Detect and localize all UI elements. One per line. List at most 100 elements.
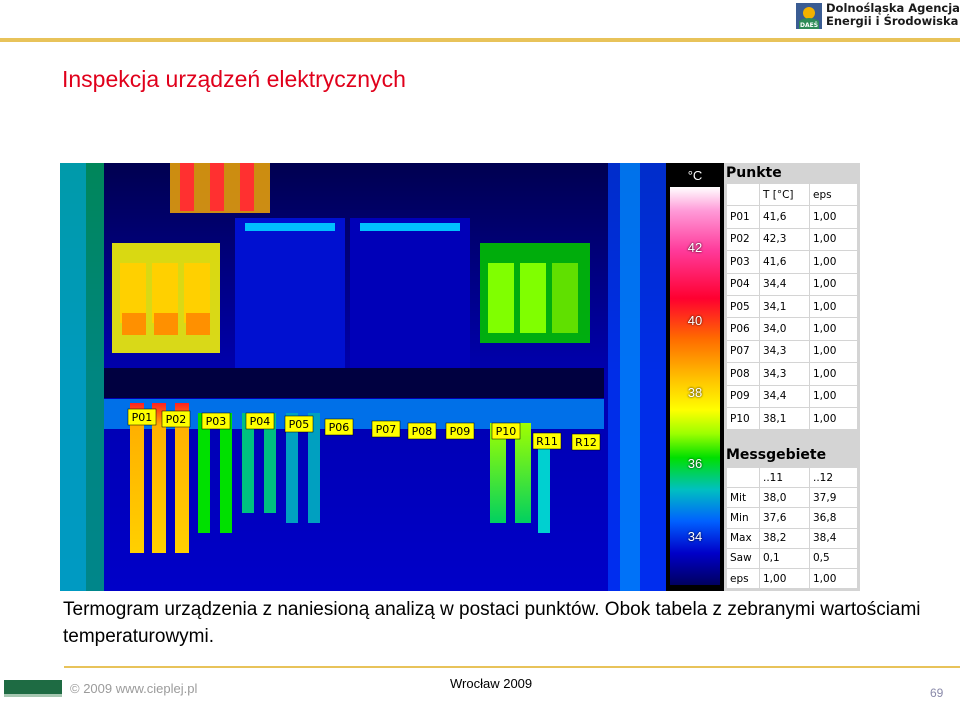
table-cell: 1,00: [809, 250, 858, 274]
table-cell: P03: [726, 250, 760, 274]
table-cell: 37,9: [809, 487, 858, 509]
table-cell: 1,00: [809, 384, 858, 408]
table-row: P09 34,4 1,00: [726, 384, 858, 408]
table-cell: Max: [726, 527, 760, 549]
table-cell: 37,6: [759, 507, 810, 529]
point-label: R12: [575, 436, 597, 449]
table-header-cell: [726, 466, 760, 489]
scale-tick: 38: [687, 385, 703, 400]
logo-line-2: Energii i Środowiska: [826, 14, 959, 28]
point-label: P01: [132, 411, 153, 424]
table-header-cell: [726, 182, 760, 207]
punkte-title: Punkte: [726, 165, 782, 181]
table-cell: 38,1: [759, 406, 810, 431]
table-cell: P05: [726, 294, 760, 319]
table-row: Min 37,6 36,8: [726, 507, 858, 529]
table-cell: 1,00: [809, 362, 858, 386]
scale-tick: 36: [687, 456, 703, 471]
temperature-scale: °C 42 40 38 36 34: [666, 163, 724, 591]
table-cell: P02: [726, 227, 760, 252]
table-header-cell: ..12: [809, 466, 858, 489]
messgebiete-table: ..11 ..12 Mit 38,0 37,9 Min 37,6 36,8 Max 38,…: [726, 466, 858, 590]
messgebiete-title: Messgebiete: [726, 447, 827, 463]
punkte-table: T [°C] eps P01 41,6 1,00 P02 42,3 1,00 P03 41…: [726, 182, 858, 431]
table-cell: P01: [726, 205, 760, 229]
table-cell: P08: [726, 362, 760, 386]
agency-logo: DAEŚ Dolnośląska Agencja Energii i Środo…: [796, 2, 960, 32]
logo-badge-text: DAEŚ: [800, 22, 818, 29]
table-cell: 34,3: [759, 362, 810, 386]
table-cell: 1,00: [809, 272, 858, 296]
table-cell: P10: [726, 406, 760, 431]
table-row: Max 38,2 38,4: [726, 527, 858, 549]
footer-divider: [64, 666, 960, 668]
point-label: P04: [250, 415, 271, 428]
table-cell: 34,4: [759, 384, 810, 408]
table-cell: 1,00: [809, 294, 858, 319]
table-row: Mit 38,0 37,9: [726, 487, 858, 509]
table-cell: 38,2: [759, 527, 810, 549]
measurement-panel: Punkte T [°C] eps P01 41,6 1,00 P02 42,3 1,0…: [724, 163, 860, 591]
slide-caption: Termogram urządzenia z naniesioną analiz…: [63, 599, 921, 647]
thermogram-drawing: P01 P02 P03 P04 P05 P06 P07 P08 P09 P10 …: [60, 163, 666, 591]
table-row: P05 34,1 1,00: [726, 294, 858, 319]
table-cell: 38,4: [809, 527, 858, 549]
header-divider: [0, 38, 960, 42]
footer-copyright: © 2009 www.cieplej.pl: [70, 681, 198, 696]
table-row: P01 41,6 1,00: [726, 205, 858, 229]
table-row: eps 1,00 1,00: [726, 567, 858, 590]
table-cell: P07: [726, 339, 760, 364]
table-cell: 41,6: [759, 250, 810, 274]
table-cell: Mit: [726, 487, 760, 509]
table-header-cell: T [°C]: [759, 182, 810, 207]
table-cell: 42,3: [759, 227, 810, 252]
point-label: P09: [450, 425, 471, 438]
table-cell: 1,00: [809, 567, 858, 590]
thermogram-image: P01 P02 P03 P04 P05 P06 P07 P08 P09 P10 …: [60, 163, 666, 591]
table-row: P07 34,3 1,00: [726, 339, 858, 364]
table-header-cell: ..11: [759, 466, 810, 489]
point-label: P02: [166, 413, 187, 426]
point-label: P08: [412, 425, 433, 438]
point-label: R11: [536, 435, 558, 448]
table-cell: 34,0: [759, 317, 810, 341]
table-row: P04 34,4 1,00: [726, 272, 858, 296]
table-cell: 41,6: [759, 205, 810, 229]
table-header-row: T [°C] eps: [726, 182, 858, 207]
footer-accent-bar: [4, 680, 62, 694]
point-label: P05: [289, 418, 310, 431]
logo-text: Dolnośląska Agencja Energii i Środowiska: [826, 2, 960, 28]
table-cell: 34,4: [759, 272, 810, 296]
table-cell: Min: [726, 507, 760, 529]
page-number: 69: [930, 686, 944, 700]
table-row: P02 42,3 1,00: [726, 227, 858, 252]
table-cell: 1,00: [809, 227, 858, 252]
table-cell: 1,00: [809, 406, 858, 431]
scale-tick: 42: [687, 240, 703, 255]
point-label: P06: [329, 421, 350, 434]
table-cell: eps: [726, 567, 760, 590]
table-cell: 0,1: [759, 547, 810, 569]
table-header-cell: eps: [809, 182, 858, 207]
table-cell: 1,00: [809, 205, 858, 229]
table-cell: 38,0: [759, 487, 810, 509]
scale-tick: 34: [687, 529, 703, 544]
table-cell: 1,00: [809, 339, 858, 364]
table-cell: P06: [726, 317, 760, 341]
table-cell: P09: [726, 384, 760, 408]
slide-title: Inspekcja urządzeń elektrycznych: [62, 66, 406, 92]
scale-unit: °C: [687, 168, 703, 183]
table-cell: 0,5: [809, 547, 858, 569]
table-row: P03 41,6 1,00: [726, 250, 858, 274]
table-header-row: ..11 ..12: [726, 466, 858, 489]
footer-location-date: Wrocław 2009: [450, 676, 533, 691]
table-row: P06 34,0 1,00: [726, 317, 858, 341]
footer-accent-bar-light: [4, 694, 62, 697]
table-cell: P04: [726, 272, 760, 296]
table-cell: 1,00: [809, 317, 858, 341]
table-row: P10 38,1 1,00: [726, 406, 858, 431]
table-cell: Saw: [726, 547, 760, 569]
table-cell: 1,00: [759, 567, 810, 590]
point-label: P10: [496, 425, 517, 438]
table-cell: 34,1: [759, 294, 810, 319]
